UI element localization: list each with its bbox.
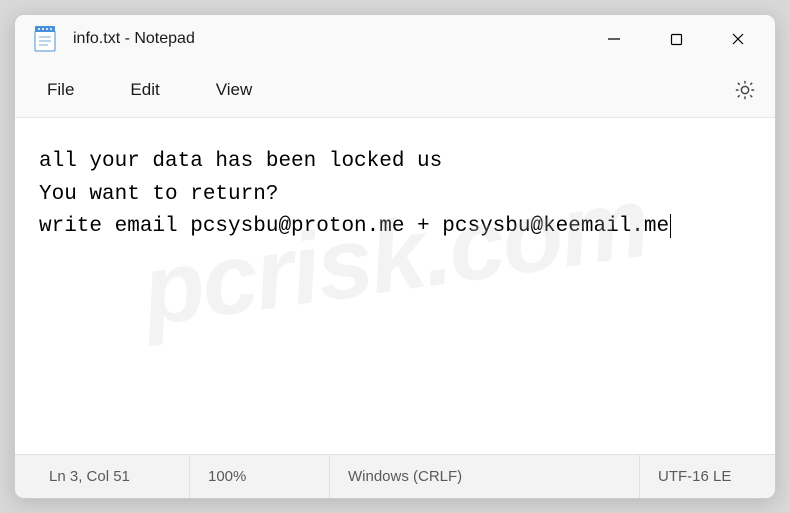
statusbar: Ln 3, Col 51 100% Windows (CRLF) UTF-16 … (15, 454, 775, 498)
status-lineending: Windows (CRLF) (330, 455, 640, 498)
menu-view[interactable]: View (192, 72, 277, 108)
notepad-window: info.txt - Notepad File Edit View all yo… (14, 14, 776, 499)
window-title: info.txt - Notepad (73, 30, 583, 48)
text-cursor (670, 214, 671, 238)
status-zoom[interactable]: 100% (190, 455, 330, 498)
maximize-button[interactable] (645, 19, 707, 59)
notepad-icon (33, 27, 57, 51)
menu-file[interactable]: File (23, 72, 98, 108)
editor-content: all your data has been locked us You wan… (39, 150, 669, 238)
status-encoding: UTF-16 LE (640, 455, 775, 498)
menu-edit[interactable]: Edit (106, 72, 183, 108)
settings-button[interactable] (723, 70, 767, 110)
titlebar: info.txt - Notepad (15, 15, 775, 63)
gear-icon (734, 79, 756, 101)
text-editor[interactable]: all your data has been locked us You wan… (15, 117, 775, 454)
window-controls (583, 19, 769, 59)
close-button[interactable] (707, 19, 769, 59)
status-position: Ln 3, Col 51 (15, 455, 190, 498)
minimize-button[interactable] (583, 19, 645, 59)
menubar: File Edit View (15, 63, 775, 117)
